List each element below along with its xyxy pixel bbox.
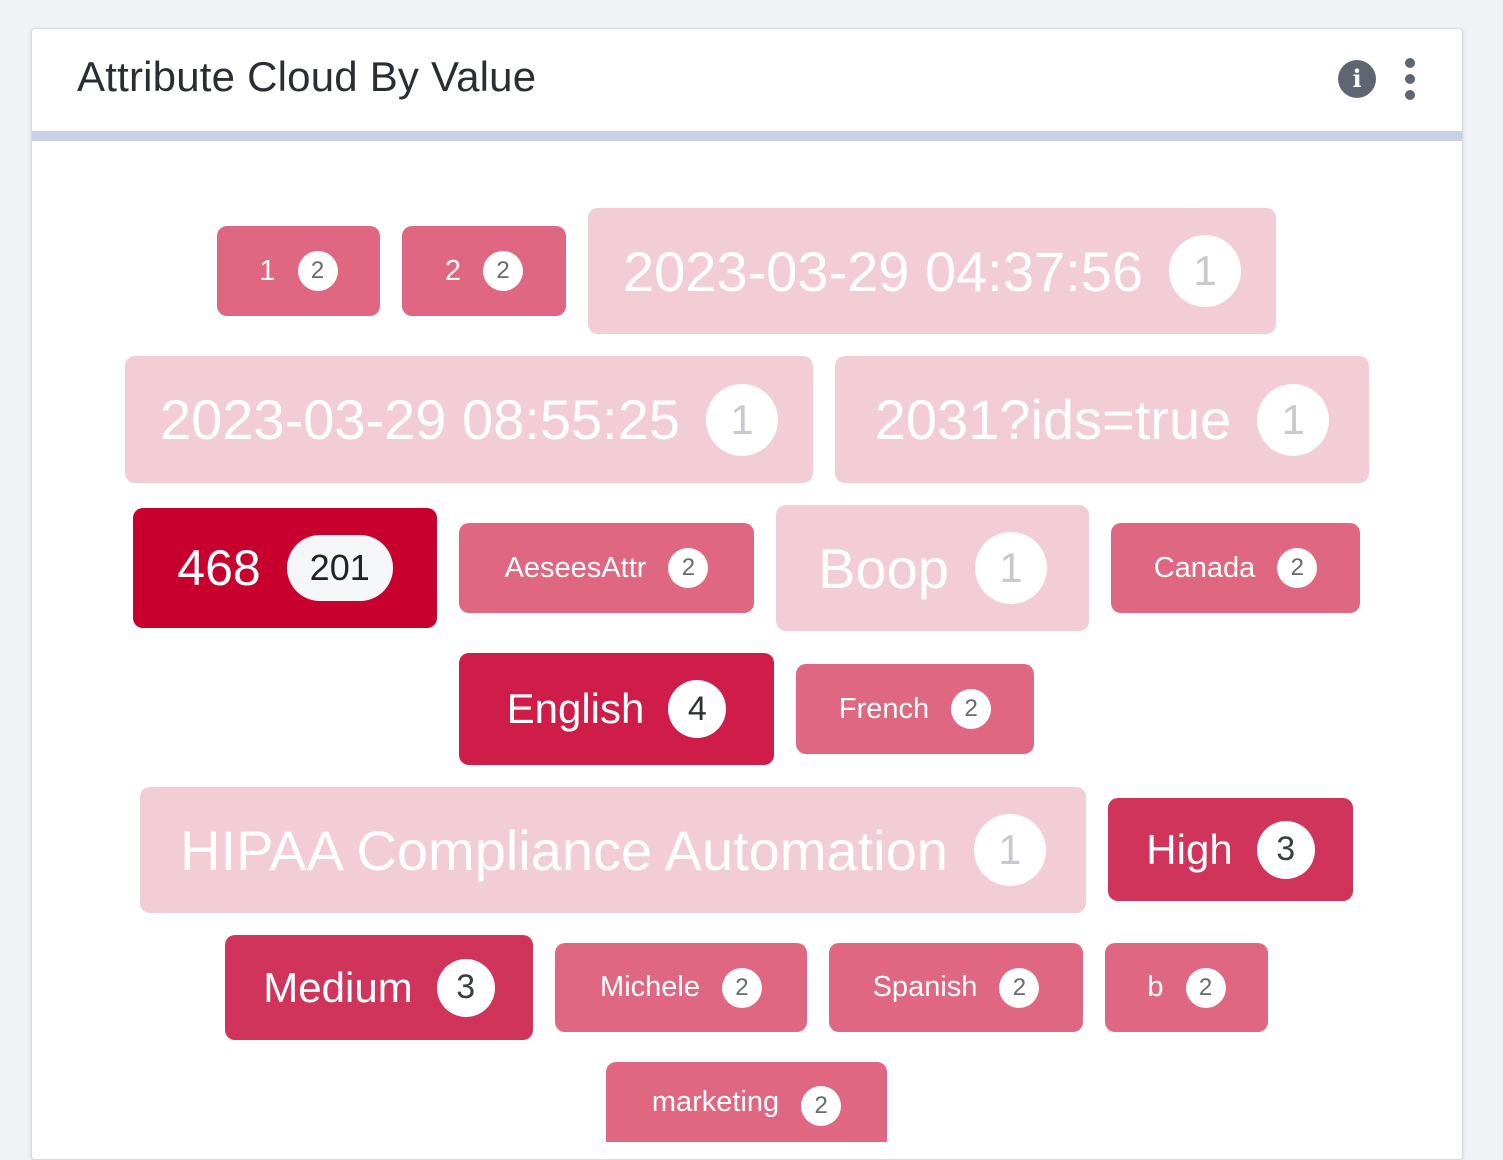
tag-label: French	[838, 692, 930, 725]
cloud-tag[interactable]: 2031?ids=true 1	[835, 356, 1369, 483]
cloud-tag[interactable]: 2023-03-29 04:37:56 1	[588, 208, 1276, 334]
tag-count-badge: 1	[973, 814, 1046, 886]
tag-label: 2	[444, 254, 462, 287]
tag-label: b	[1147, 971, 1164, 1003]
tag-count-badge: 2	[1277, 548, 1318, 588]
tag-count-badge: 1	[1257, 383, 1330, 456]
tag-count-badge: 2	[483, 251, 524, 291]
tag-label: 2031?ids=true	[874, 388, 1232, 451]
tag-label: Michele	[600, 971, 700, 1003]
tag-label: 1	[259, 254, 276, 287]
cloud-tag[interactable]: marketing 2	[606, 1062, 887, 1142]
cloud-tag[interactable]: Medium 3	[225, 935, 533, 1040]
cloud-tag[interactable]: 2 2	[402, 226, 566, 316]
cloud-tag[interactable]: Michele 2	[555, 943, 807, 1032]
tag-label: English	[506, 685, 645, 732]
cloud-tag[interactable]: HIPAA Compliance Automation 1	[140, 787, 1086, 913]
cloud-tag[interactable]: Canada 2	[1111, 523, 1360, 613]
tag-count-badge: 2	[801, 1086, 842, 1126]
cloud-tag[interactable]: b 2	[1105, 943, 1268, 1032]
tag-count-badge: 1	[706, 383, 778, 456]
tag-label: Spanish	[872, 971, 978, 1003]
tag-count-badge: 2	[721, 967, 762, 1008]
cloud-tag[interactable]: English 4	[459, 653, 774, 765]
cloud-tag[interactable]: 2023-03-29 08:55:25 1	[125, 356, 813, 483]
tag-count-badge: 2	[999, 967, 1040, 1008]
cloud-tag[interactable]: High 3	[1108, 798, 1353, 901]
tag-count-badge: 201	[286, 535, 393, 601]
tag-count-badge: 2	[668, 548, 709, 588]
tag-count-badge: 2	[1185, 967, 1226, 1008]
tag-label: Medium	[263, 963, 413, 1011]
cloud-tag[interactable]: 1 2	[217, 226, 380, 316]
tag-cloud: 1 2 2 2 2023-03-29 04:37:56 1 2023-03-29…	[0, 0, 1503, 1142]
tag-count-badge: 2	[951, 689, 992, 729]
cloud-tag[interactable]: AeseesAttr 2	[459, 523, 754, 613]
tag-label: AeseesAttr	[504, 551, 647, 584]
tag-label: 2023-03-29 08:55:25	[160, 388, 680, 451]
tag-count-badge: 2	[297, 251, 338, 291]
tag-label: marketing	[651, 1086, 780, 1118]
cloud-tag[interactable]: 468 201	[133, 508, 437, 628]
tag-label: Canada	[1153, 551, 1256, 584]
tag-count-badge: 3	[436, 958, 495, 1017]
cloud-tag[interactable]: French 2	[796, 664, 1034, 754]
tag-label: High	[1146, 825, 1233, 873]
tag-label: 2023-03-29 04:37:56	[623, 239, 1143, 303]
cloud-tag[interactable]: Spanish 2	[829, 943, 1083, 1032]
tag-count-badge: 4	[668, 680, 727, 738]
tag-label: HIPAA Compliance Automation	[180, 818, 948, 882]
cloud-tag[interactable]: Boop 1	[776, 505, 1089, 631]
tag-count-badge: 1	[1169, 235, 1241, 307]
tag-label: 468	[177, 540, 261, 596]
tag-label: Boop	[818, 536, 949, 600]
tag-count-badge: 3	[1256, 820, 1315, 879]
tag-count-badge: 1	[974, 532, 1047, 604]
